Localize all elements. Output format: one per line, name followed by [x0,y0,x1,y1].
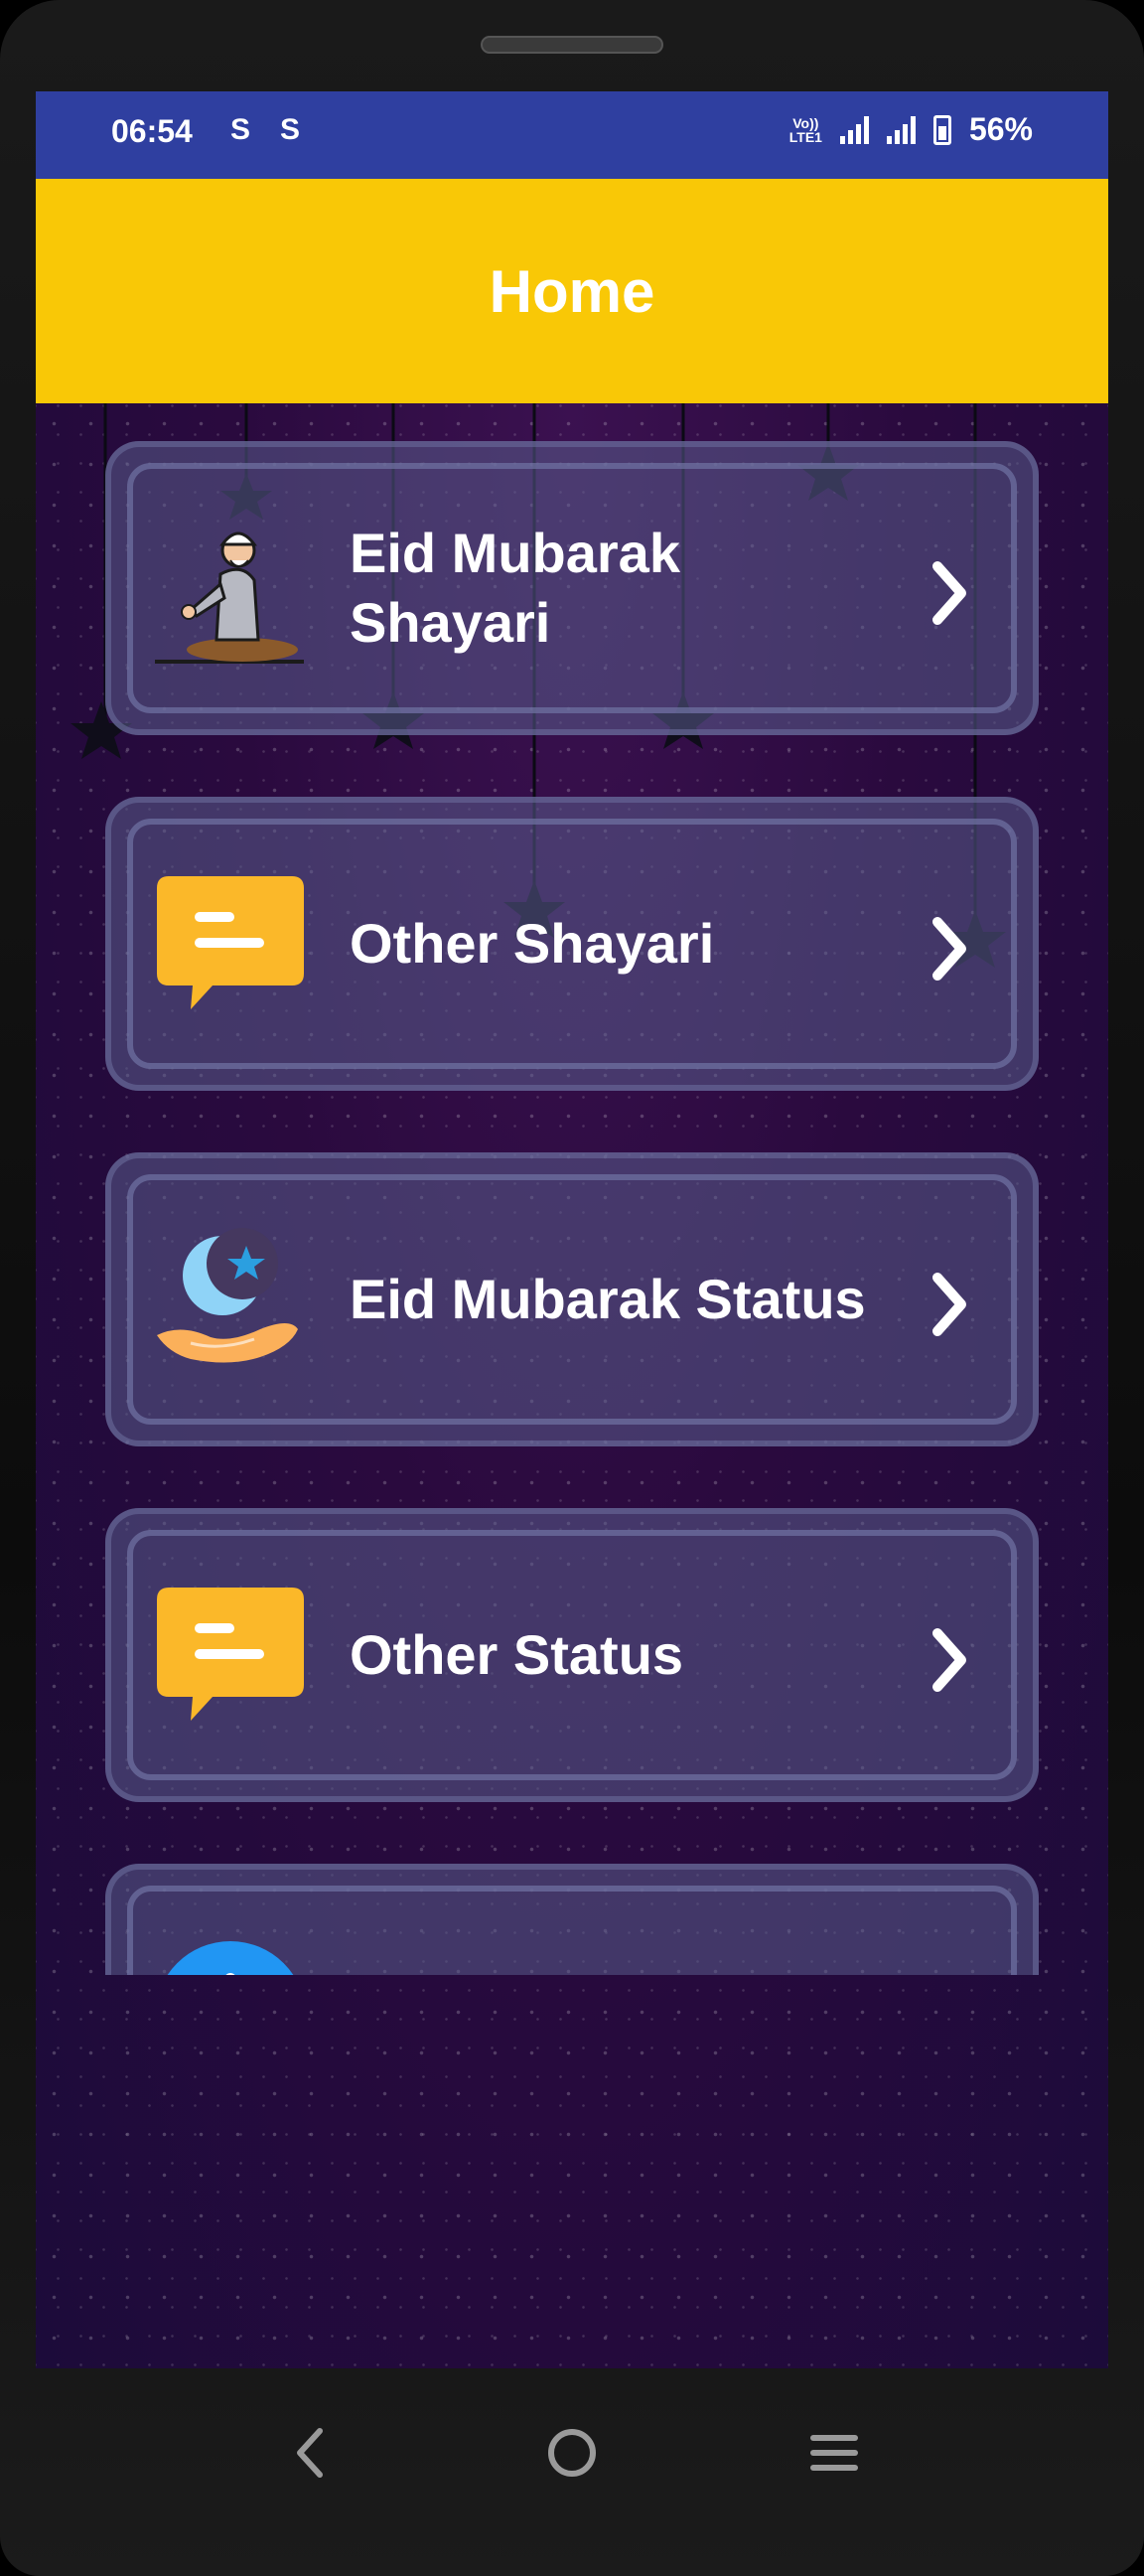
main-content: Eid Mubarak Shayari Other Shayari Eid Mu… [36,403,1108,2368]
volte-icon: Vo)) LTE1 [788,114,822,145]
chat-bubble-icon [157,876,304,1009]
chat-bubble-icon [157,1588,304,1721]
menu-card-label: Other Status [350,1623,684,1686]
recents-button[interactable] [794,2413,874,2493]
menu-card-other-shayari[interactable]: Other Shayari [105,797,1039,1091]
earpiece-speaker [481,36,663,54]
notification-icon: S [280,113,301,146]
menu-list[interactable]: Eid Mubarak Shayari Other Shayari Eid Mu… [36,403,1108,1975]
signal-icon [886,115,916,144]
crescent-moon-hand-icon [157,1228,298,1363]
chevron-right-icon [932,561,966,625]
menu-card-eid-mubarak-status[interactable]: Eid Mubarak Status [105,1152,1039,1446]
menu-card-other-status[interactable]: Other Status [105,1508,1039,1802]
home-icon [548,2429,596,2477]
battery-percent: 56% [968,111,1033,147]
blue-circle-icon [167,1941,294,1975]
back-button[interactable] [270,2413,350,2493]
menu-card-label: Other Shayari [350,912,715,975]
chevron-right-icon [932,1273,966,1336]
page-title: Home [489,257,655,325]
menu-icon [810,2435,858,2471]
menu-card-label [350,1870,884,1975]
menu-card-partial[interactable] [105,1864,1039,1975]
menu-card-label: Eid Mubarak Shayari [350,522,680,654]
signal-icon [839,115,869,144]
chevron-right-icon [932,917,966,981]
home-button[interactable] [532,2413,612,2493]
battery-icon [932,114,951,145]
phone-screen: 06:54 S S Vo)) LTE1 56% Home Eid Mubarak… [36,91,1108,2368]
menu-card-eid-mubarak-shayari[interactable]: Eid Mubarak Shayari [105,441,1039,735]
status-time: 06:54 [111,113,193,149]
back-icon [297,2428,323,2478]
app-bar: Home [36,179,1108,403]
system-navigation-bar [0,2368,1144,2537]
praying-man-icon [155,531,304,664]
notification-icon: S [230,113,251,146]
chevron-right-icon [932,1628,966,1692]
menu-card-label: Eid Mubarak Status [350,1268,866,1330]
status-bar: 06:54 S S Vo)) LTE1 56% [36,91,1108,179]
